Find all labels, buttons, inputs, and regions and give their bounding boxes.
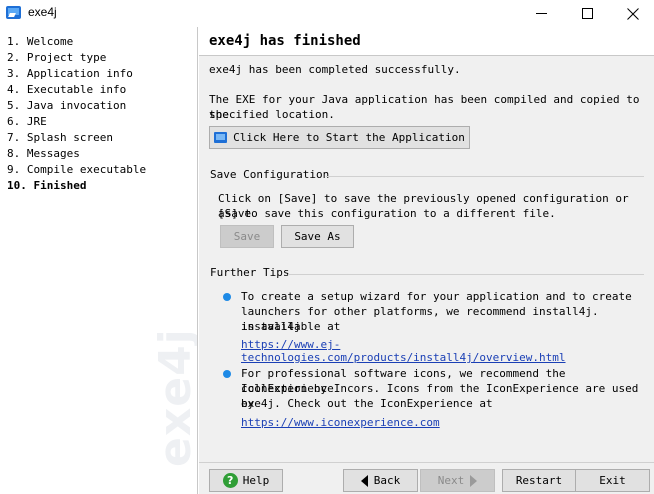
window-title: exe4j [28, 5, 57, 19]
main-panel: exe4j has finished exe4j has been comple… [199, 27, 654, 494]
title-bar: exe4j [0, 0, 654, 27]
step-compile-executable[interactable]: 9. Compile executable [7, 162, 146, 178]
compiled-message-line2: specified location. [209, 108, 335, 121]
back-arrow-icon [360, 474, 368, 487]
start-application-label: Click Here to Start the Application [233, 131, 465, 144]
start-application-button[interactable]: Click Here to Start the Application [209, 126, 470, 149]
install4j-link[interactable]: https://www.ej-technologies.com/products… [241, 338, 654, 364]
tip1-line1: To create a setup wizard for your applic… [241, 290, 632, 303]
tip2-line3: exe4j. Check out the IconExperience at [241, 397, 493, 410]
tip1-line3: is available at [241, 320, 341, 333]
help-icon: ? [222, 473, 238, 488]
wizard-steps-sidebar: 1. Welcome 2. Project type 3. Applicatio… [0, 27, 198, 494]
page-title: exe4j has finished [209, 33, 361, 49]
step-jre[interactable]: 6. JRE [7, 114, 146, 130]
tip-bullet-icon [223, 293, 231, 301]
step-application-info[interactable]: 3. Application info [7, 66, 146, 82]
application-icon [214, 132, 228, 143]
minimize-button[interactable] [518, 0, 564, 27]
tip-bullet-icon [223, 370, 231, 378]
maximize-icon [581, 8, 593, 19]
completed-message: exe4j has been completed successfully. [209, 63, 461, 76]
maximize-button[interactable] [564, 0, 610, 27]
minimize-icon [535, 13, 547, 14]
step-project-type[interactable]: 2. Project type [7, 50, 146, 66]
step-list: 1. Welcome 2. Project type 3. Applicatio… [7, 34, 146, 194]
save-configuration-title: Save Configuration [210, 168, 330, 181]
save-button[interactable]: Save [220, 225, 274, 248]
next-label: Next [437, 474, 465, 487]
step-welcome[interactable]: 1. Welcome [7, 34, 146, 50]
exe4j-watermark-logo: exe4j [150, 328, 198, 467]
back-label: Back [373, 474, 401, 487]
save-as-button[interactable]: Save As [281, 225, 354, 248]
restart-button[interactable]: Restart [502, 469, 576, 492]
iconexperience-link[interactable]: https://www.iconexperience.com [241, 416, 440, 429]
step-executable-info[interactable]: 4. Executable info [7, 82, 146, 98]
save-configuration-divider [326, 176, 644, 177]
step-java-invocation[interactable]: 5. Java invocation [7, 98, 146, 114]
help-label: Help [242, 474, 270, 487]
step-splash-screen[interactable]: 7. Splash screen [7, 130, 146, 146]
further-tips-divider [288, 274, 644, 275]
footer-divider [199, 462, 654, 463]
back-button[interactable]: Back [343, 469, 418, 492]
close-icon [627, 7, 639, 20]
next-arrow-icon [470, 474, 478, 487]
help-button[interactable]: ? Help [209, 469, 283, 492]
step-finished[interactable]: 10. Finished [7, 178, 146, 194]
step-messages[interactable]: 8. Messages [7, 146, 146, 162]
exe4j-app-icon [6, 6, 21, 19]
further-tips-title: Further Tips [210, 266, 290, 279]
page-header: exe4j has finished [199, 27, 654, 56]
close-button[interactable] [610, 0, 654, 27]
exit-button[interactable]: Exit [575, 469, 650, 492]
save-configuration-text-line2: as] to save this configuration to a diff… [218, 207, 556, 220]
next-button[interactable]: Next [420, 469, 495, 492]
